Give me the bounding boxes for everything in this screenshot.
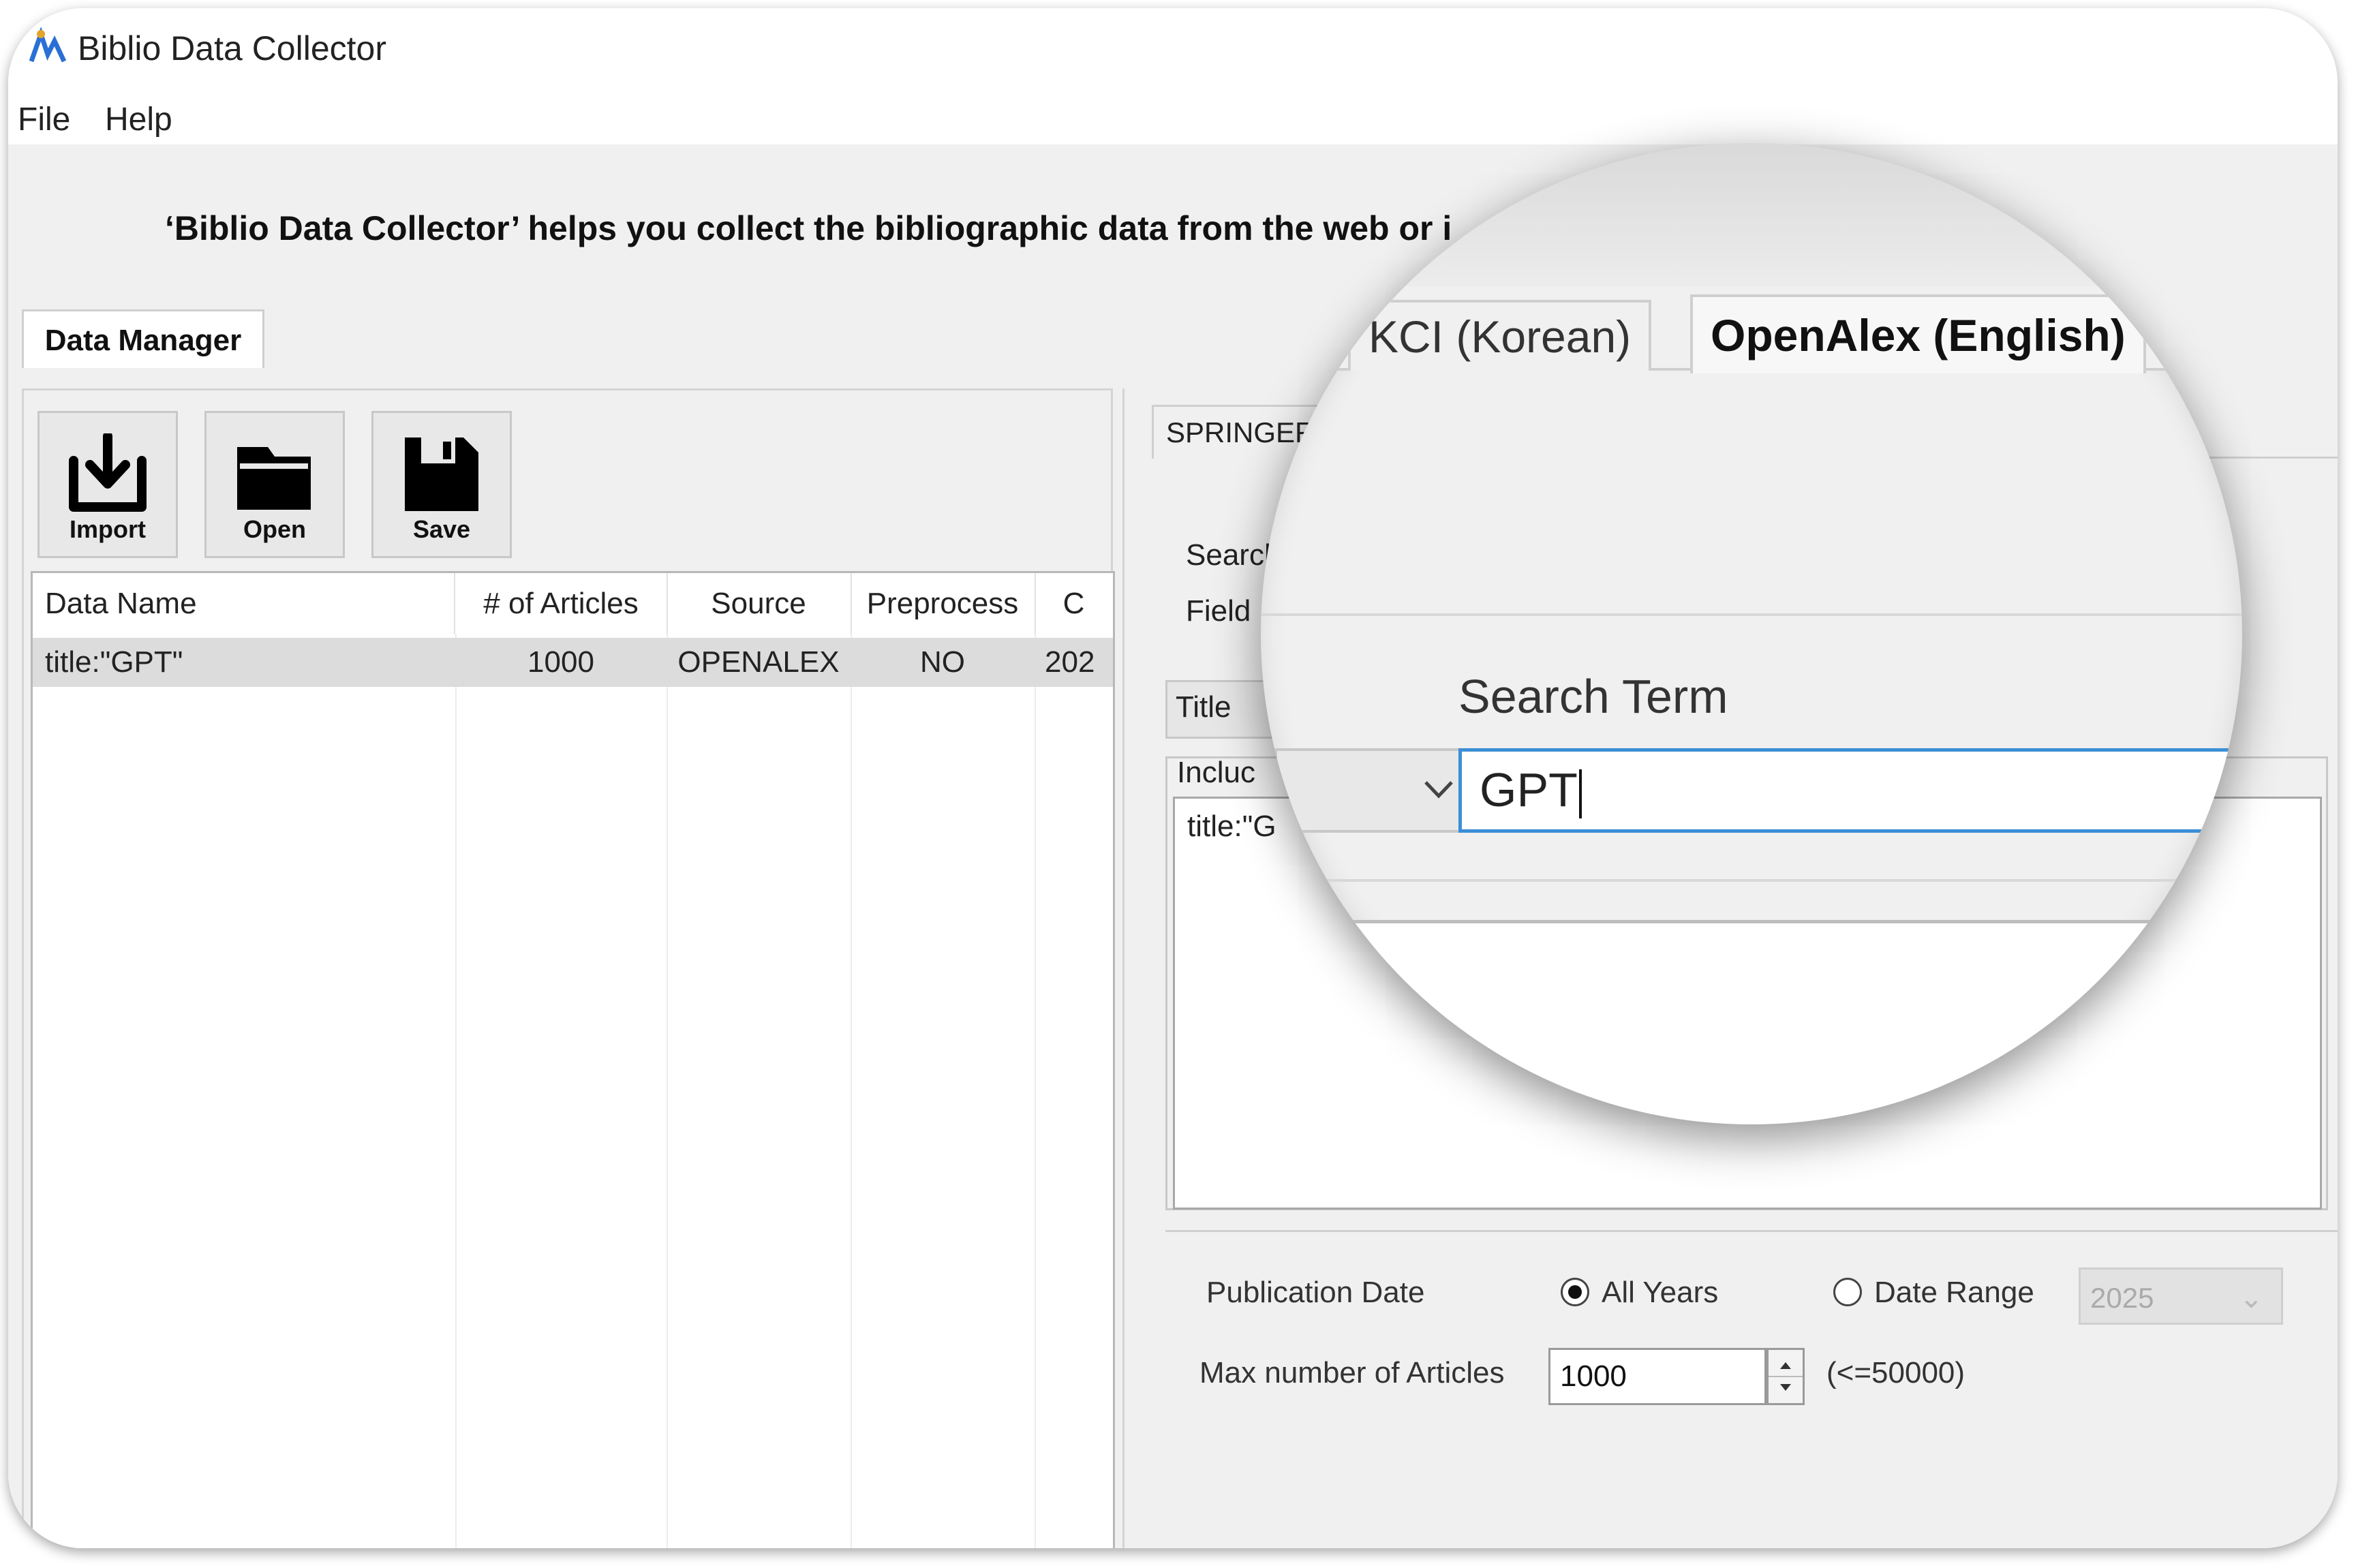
cell-source: OPENALEX bbox=[677, 645, 840, 679]
floppy-disk-icon bbox=[405, 437, 478, 511]
app-window: Biblio Data Collector File Help ‘Biblio … bbox=[8, 8, 2338, 1548]
search-term-value: GPT bbox=[1480, 763, 1578, 816]
import-label: Import bbox=[70, 515, 146, 543]
window-title: Biblio Data Collector bbox=[78, 29, 386, 67]
folder-open-icon bbox=[237, 447, 311, 510]
data-list-panel: Import Open Save Data Name # of Articles… bbox=[22, 388, 1115, 1548]
max-articles-label: Max number of Articles bbox=[1199, 1356, 1505, 1389]
include-label: Incluc bbox=[1177, 756, 1255, 789]
date-range-radio[interactable] bbox=[1833, 1278, 1862, 1306]
field-select-value: Title bbox=[1176, 690, 1231, 724]
save-label: Save bbox=[412, 515, 471, 543]
col-header-articles[interactable]: # of Articles bbox=[455, 573, 668, 634]
col-header-preprocess[interactable]: Preprocess bbox=[851, 573, 1036, 634]
magnified-banner bbox=[1261, 143, 2242, 289]
divider bbox=[1261, 613, 2242, 616]
field-label: Field bbox=[1186, 594, 1251, 628]
max-articles-stepper[interactable] bbox=[1766, 1348, 1805, 1405]
include-list-item[interactable]: title:"G bbox=[1187, 810, 1276, 844]
table-row[interactable]: title:"GPT" 1000 OPENALEX NO 202 bbox=[33, 638, 1113, 687]
col-header-created[interactable]: C bbox=[1035, 573, 1113, 634]
max-articles-hint: (<=50000) bbox=[1826, 1356, 1965, 1389]
col-header-data-name[interactable]: Data Name bbox=[33, 573, 455, 634]
tab-data-manager[interactable]: Data Manager bbox=[22, 309, 264, 370]
all-years-radio[interactable] bbox=[1561, 1278, 1589, 1306]
menu-file[interactable]: File bbox=[18, 101, 70, 138]
app-logo-icon bbox=[29, 27, 67, 63]
menu-help[interactable]: Help bbox=[105, 101, 172, 138]
import-button[interactable]: Import bbox=[37, 411, 178, 558]
open-button[interactable]: Open bbox=[204, 411, 345, 558]
col-header-source[interactable]: Source bbox=[667, 573, 852, 634]
import-icon bbox=[69, 433, 147, 512]
magnified-include-list bbox=[1261, 920, 2242, 1124]
divider bbox=[1261, 879, 2242, 882]
publication-date-label: Publication Date bbox=[1206, 1276, 1425, 1309]
magnifier-lens: KCI (Korean) OpenAlex (English) Search T… bbox=[1261, 143, 2242, 1124]
chevron-down-icon: ⌄ bbox=[2239, 1282, 2263, 1314]
text-caret bbox=[1578, 769, 1582, 818]
date-range-label[interactable]: Date Range bbox=[1874, 1276, 2034, 1310]
tab-kci-korean[interactable]: KCI (Korean) bbox=[1348, 300, 1652, 371]
save-button[interactable]: Save bbox=[371, 411, 512, 558]
search-term-input[interactable]: GPT bbox=[1458, 748, 2242, 833]
cell-data-name: title:"GPT" bbox=[45, 645, 183, 679]
year-select[interactable]: 2025 ⌄ bbox=[2079, 1267, 2283, 1325]
column-divider bbox=[1035, 634, 1036, 1548]
cell-created: 202 bbox=[1045, 645, 1095, 679]
year-select-value: 2025 bbox=[2090, 1282, 2154, 1314]
cell-preprocess: NO bbox=[920, 645, 965, 679]
tab-openalex-english[interactable]: OpenAlex (English) bbox=[1690, 294, 2146, 373]
column-divider bbox=[667, 634, 668, 1548]
stepper-arrows-icon bbox=[1769, 1362, 1803, 1391]
open-label: Open bbox=[243, 515, 306, 543]
all-years-label[interactable]: All Years bbox=[1602, 1276, 1718, 1310]
cell-articles: 1000 bbox=[527, 645, 594, 679]
max-articles-input[interactable]: 1000 bbox=[1548, 1348, 1766, 1405]
search-term-label: Search Term bbox=[1458, 670, 1728, 723]
column-divider bbox=[455, 634, 457, 1548]
column-divider bbox=[851, 634, 852, 1548]
data-table: Data Name # of Articles Source Preproces… bbox=[31, 571, 1115, 1548]
chevron-down-icon bbox=[1424, 781, 1453, 799]
banner-text: ‘Biblio Data Collector’ helps you collec… bbox=[165, 209, 1452, 247]
search-term-dropdown[interactable] bbox=[1274, 748, 1472, 833]
title-bar: Biblio Data Collector bbox=[8, 8, 2338, 90]
menu-bar: File Help bbox=[8, 90, 2338, 144]
